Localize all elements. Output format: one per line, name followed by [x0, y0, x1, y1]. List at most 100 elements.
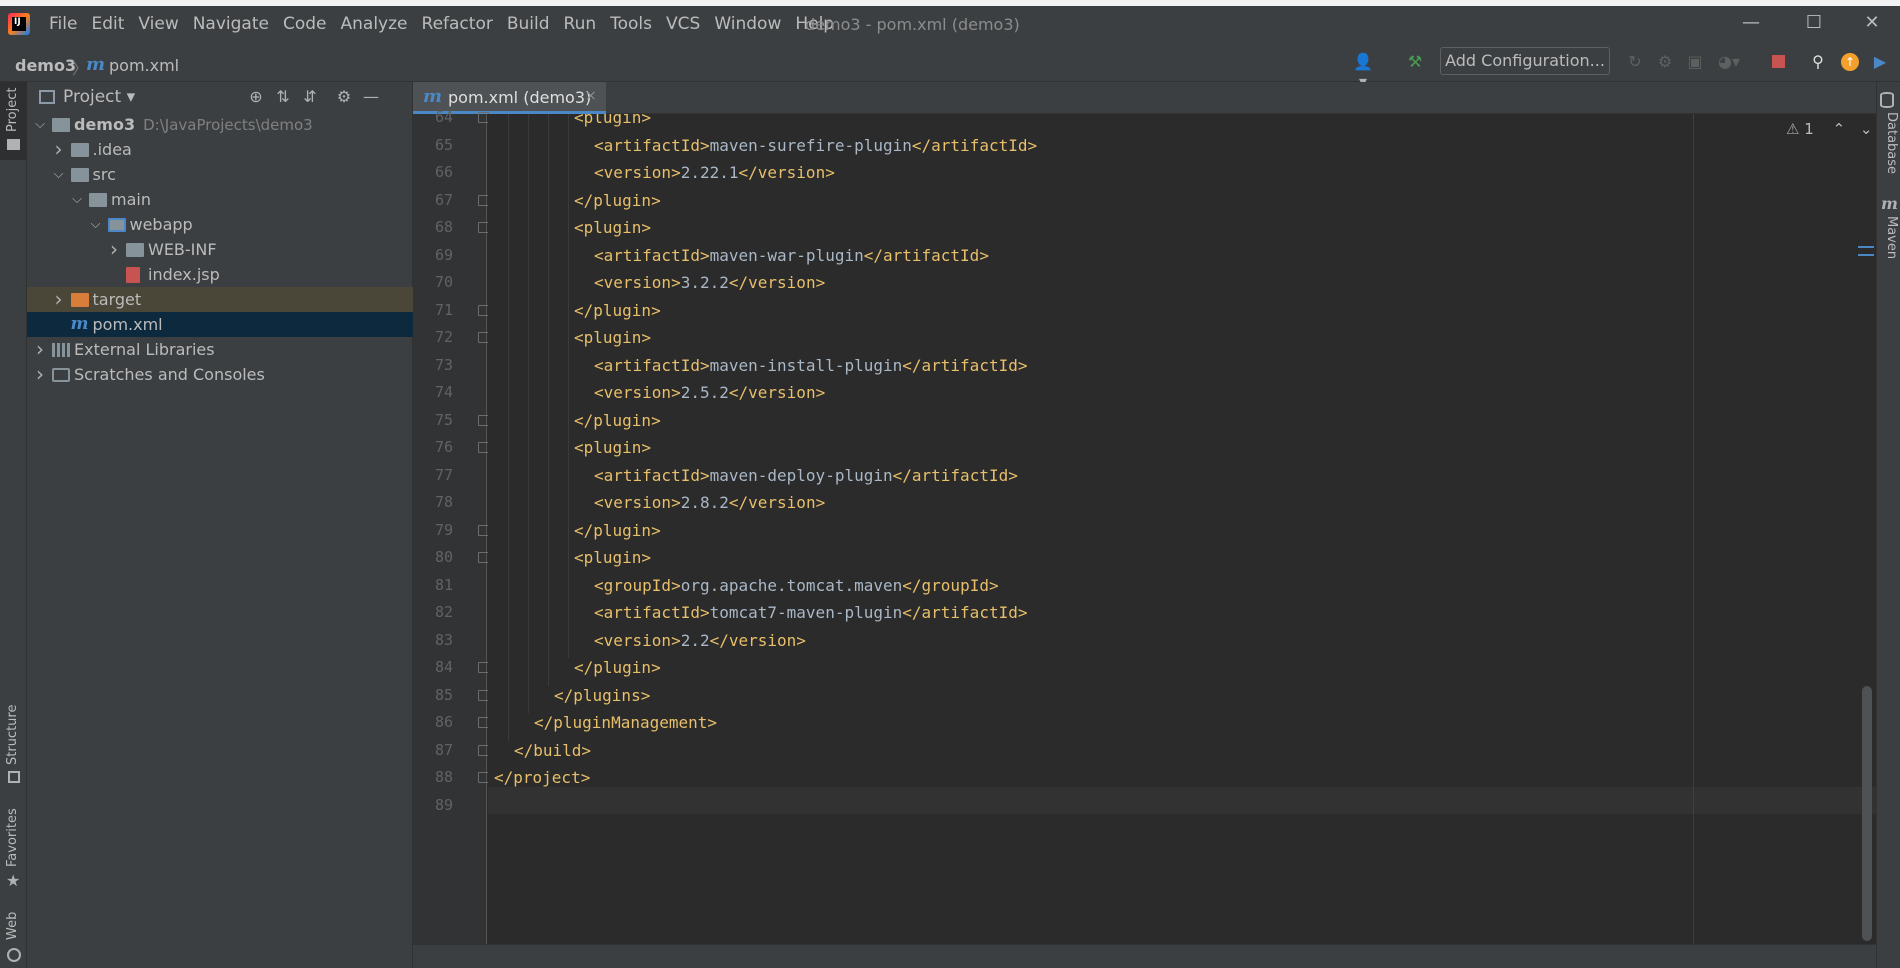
menu-vcs[interactable]: VCS	[659, 14, 707, 34]
code-line: </pluginManagement>	[534, 713, 718, 732]
menu-file[interactable]: File	[42, 14, 84, 34]
menu-build[interactable]: Build	[500, 14, 557, 34]
structure-tool-label[interactable]: Structure	[5, 705, 20, 765]
database-tool-label[interactable]: Database	[1884, 112, 1899, 174]
close-button[interactable]: ✕	[1861, 12, 1883, 34]
line-number: 86	[434, 713, 453, 731]
previous-highlight-icon[interactable]: ⌃	[1833, 120, 1846, 138]
tree-item-target[interactable]: › target	[27, 287, 413, 312]
build-hammer-icon[interactable]: ⚒	[1405, 52, 1425, 72]
module-folder-icon	[52, 118, 70, 132]
coverage-icon[interactable]: ▣	[1685, 52, 1705, 72]
line-number: 70	[434, 273, 453, 291]
collapse-arrow-icon[interactable]: ⌵	[70, 187, 84, 212]
toolbox-icon[interactable]: ▶	[1870, 52, 1890, 72]
tree-item-label: Scratches and Consoles	[74, 365, 265, 384]
menu-run[interactable]: Run	[557, 14, 604, 34]
project-panel-title[interactable]: Project ▾	[63, 87, 135, 107]
tree-item-label: webapp	[129, 215, 193, 234]
tree-item-scratches-and-consoles[interactable]: › Scratches and Consoles	[27, 362, 413, 387]
structure-icon	[8, 771, 20, 783]
tree-item-src[interactable]: ⌵ src	[27, 162, 413, 187]
code-line: </plugin>	[574, 410, 661, 430]
menu-navigate[interactable]: Navigate	[186, 14, 276, 34]
menu-view[interactable]: View	[131, 14, 185, 34]
tree-item-web-inf[interactable]: › WEB-INF	[27, 237, 413, 262]
inspection-widget[interactable]: ⚠ 1 ⌃ ⌄	[1786, 120, 1873, 138]
jsp-file-icon	[126, 267, 140, 283]
expand-all-icon[interactable]: ⇅	[273, 87, 293, 107]
project-panel: Project ▾ ⊕ ⇅ ⇵ ⚙ — ⌵ demo3 D:\JavaProject…	[27, 82, 413, 968]
warning-icon: ⚠	[1786, 120, 1800, 138]
maximize-button[interactable]: ☐	[1803, 12, 1825, 34]
tree-item-main[interactable]: ⌵ main	[27, 187, 413, 212]
profile-icon[interactable]: ◕▾	[1718, 52, 1740, 72]
tree-item-label: index.jsp	[148, 265, 220, 284]
indent-guide	[508, 114, 509, 741]
title-menu-bar: IJ File Edit View Navigate Code Analyze Refact…	[0, 0, 1900, 50]
menu-edit[interactable]: Edit	[84, 14, 131, 34]
gear-icon[interactable]: ⚙	[334, 87, 354, 107]
expand-arrow-icon[interactable]: ›	[52, 287, 66, 312]
indent-guide	[548, 114, 549, 686]
tab-close-icon[interactable]: ×	[585, 88, 597, 104]
code-line: <plugin>	[574, 218, 652, 237]
web-tool-label[interactable]: Web	[5, 912, 20, 940]
menu-refactor[interactable]: Refactor	[415, 14, 500, 34]
minimize-button[interactable]: —	[1740, 12, 1762, 34]
tree-item-webapp[interactable]: ⌵ webapp	[27, 212, 413, 237]
code-line: </plugin>	[574, 658, 661, 677]
breadcrumb-project[interactable]: demo3	[15, 56, 76, 75]
maven-tool-label[interactable]: Maven	[1884, 216, 1899, 259]
collapse-arrow-icon[interactable]: ⌵	[33, 112, 47, 137]
menu-window[interactable]: Window	[707, 14, 788, 34]
menu-analyze[interactable]: Analyze	[334, 14, 415, 34]
rerun-icon[interactable]: ↻	[1625, 52, 1645, 72]
next-highlight-icon[interactable]: ⌄	[1860, 120, 1873, 138]
hide-icon[interactable]: —	[361, 87, 381, 107]
intellij-logo-icon: IJ	[8, 13, 30, 35]
tree-item-index-jsp[interactable]: index.jsp	[27, 262, 413, 287]
user-icon[interactable]: 👤▾	[1353, 52, 1373, 91]
tree-item-demo3[interactable]: ⌵ demo3 D:\JavaProjects\demo3	[27, 112, 413, 137]
code-editor[interactable]: <plugin> <artifactId>maven-surefire-plugi…	[488, 114, 1876, 944]
locate-icon[interactable]: ⊕	[246, 87, 266, 107]
collapse-arrow-icon[interactable]: ⌵	[89, 212, 103, 237]
editor-scrollbar[interactable]	[1862, 686, 1872, 941]
search-icon[interactable]: ⚲	[1808, 52, 1828, 72]
favorites-tool-label[interactable]: Favorites	[5, 808, 20, 867]
collapse-all-icon[interactable]: ⇵	[300, 87, 320, 107]
code-line: </plugin>	[574, 520, 661, 540]
collapse-arrow-icon[interactable]: ⌵	[52, 162, 66, 187]
menu-code[interactable]: Code	[276, 14, 334, 34]
update-icon[interactable]: ↑	[1840, 52, 1860, 72]
stop-icon[interactable]	[1768, 52, 1788, 72]
tree-item-external-libraries[interactable]: › External Libraries	[27, 337, 413, 362]
maven-file-icon: m	[86, 54, 106, 75]
project-tool-label[interactable]: Project	[5, 88, 20, 132]
warnings-count: 1	[1804, 120, 1814, 138]
top-strip	[0, 0, 1900, 6]
tree-item-label: main	[111, 190, 151, 209]
code-line: <version>2.5.2</version>	[594, 383, 826, 402]
project-folder-icon	[7, 139, 20, 150]
code-line: <plugin>	[574, 548, 652, 567]
code-line: <version>2.8.2</version>	[594, 493, 826, 512]
debug-icon[interactable]: ⚙	[1655, 52, 1675, 72]
tree-item--idea[interactable]: › .idea	[27, 137, 413, 162]
add-configuration-button[interactable]: Add Configuration...	[1440, 47, 1610, 75]
expand-arrow-icon[interactable]: ›	[107, 237, 121, 262]
breadcrumb-file[interactable]: pom.xml	[109, 56, 179, 75]
menu-tools[interactable]: Tools	[603, 14, 659, 34]
expand-arrow-icon[interactable]: ›	[52, 137, 66, 162]
expand-arrow-icon[interactable]: ›	[33, 362, 47, 387]
tree-item-label: demo3	[74, 115, 136, 134]
line-number: 80	[434, 548, 453, 566]
tree-item-label: pom.xml	[92, 315, 163, 334]
tree-item-pom-xml[interactable]: m pom.xml	[27, 312, 413, 337]
editor-gutter: 64 65 66 67 68 69 70 71 72 73 74 75 76 77 78 79 80 81 82 83…	[413, 108, 489, 944]
project-tree: ⌵ demo3 D:\JavaProjects\demo3 › .idea ⌵ src ⌵ ma…	[27, 112, 413, 387]
expand-arrow-icon[interactable]: ›	[33, 337, 47, 362]
right-margin-guide	[1693, 114, 1694, 944]
maven-file-icon: m	[70, 314, 89, 334]
